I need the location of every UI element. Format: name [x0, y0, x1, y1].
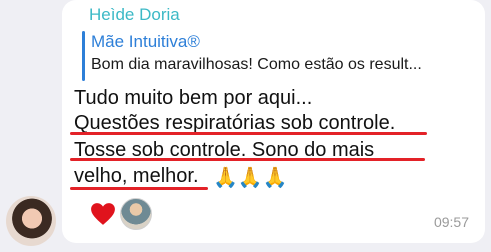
red-underline-3	[70, 187, 208, 190]
heart-reaction-icon[interactable]	[90, 202, 116, 226]
red-underline-1	[70, 132, 427, 135]
message-line-4: velho, melhor.	[74, 165, 199, 187]
reply-author: Mãe Intuitiva®	[91, 32, 200, 51]
reply-quote[interactable]: Mãe Intuitiva® Bom dia maravilhosas! Com…	[82, 31, 472, 81]
reply-text: Bom dia maravilhosas! Como estão os resu…	[91, 56, 422, 73]
praying-hands-emoji: 🙏🙏🙏	[213, 167, 288, 189]
sender-name[interactable]: Heìde Doria	[89, 5, 180, 25]
red-underline-2	[70, 158, 425, 161]
sender-avatar[interactable]	[6, 196, 56, 246]
message-timestamp: 09:57	[433, 214, 469, 230]
reactions-row[interactable]	[90, 198, 160, 232]
reply-accent-bar	[82, 31, 85, 81]
message-bubble[interactable]: Heìde Doria Mãe Intuitiva® Bom dia marav…	[62, 0, 485, 243]
message-line-1: Tudo muito bem por aqui...	[74, 87, 313, 109]
reactor-avatar[interactable]	[120, 198, 152, 230]
